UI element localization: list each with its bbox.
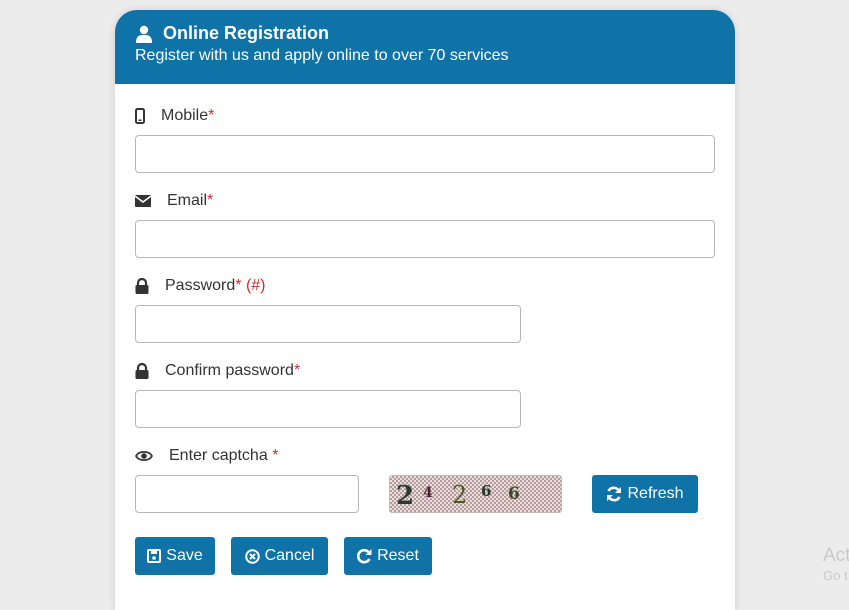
password-input[interactable] [135,305,521,343]
card-header: Online Registration Register with us and… [115,10,735,84]
password-label: Password * (#) [135,276,266,296]
captcha-image: 2 4 2 6 6 [389,475,562,513]
cancel-button[interactable]: Cancel [231,537,328,575]
email-label: Email * [135,191,213,211]
confirm-password-input[interactable] [135,390,521,428]
confirm-password-label: Confirm password * [135,361,300,381]
page-title: Online Registration [163,23,330,43]
eye-icon [135,450,153,462]
lock-icon [135,363,149,379]
email-input[interactable] [135,220,715,258]
refresh-button[interactable]: Refresh [592,475,698,513]
activation-watermark-subtitle: Go t [823,568,848,583]
save-icon [147,549,162,563]
mobile-input[interactable] [135,135,715,173]
refresh-icon [607,486,622,502]
cancel-circle-icon [244,548,260,564]
password-note: (#) [245,277,266,294]
redo-icon [357,548,372,564]
reset-button[interactable]: Reset [344,537,432,575]
captcha-label: Enter captcha * [135,446,278,466]
captcha-digit: 6 [481,482,492,500]
mobile-icon [135,108,145,124]
lock-icon [135,278,149,294]
captcha-digit: 2 [452,481,468,509]
captcha-digit: 2 [396,481,415,511]
activation-watermark-title: Act [823,545,849,566]
mobile-label: Mobile * [135,106,214,126]
captcha-digit: 6 [508,484,520,504]
envelope-icon [135,195,151,207]
captcha-digit: 4 [423,485,433,501]
page-subtitle: Register with us and apply online to ove… [135,47,509,64]
captcha-input[interactable] [135,475,359,513]
save-button[interactable]: Save [135,537,215,575]
user-icon [136,25,152,43]
